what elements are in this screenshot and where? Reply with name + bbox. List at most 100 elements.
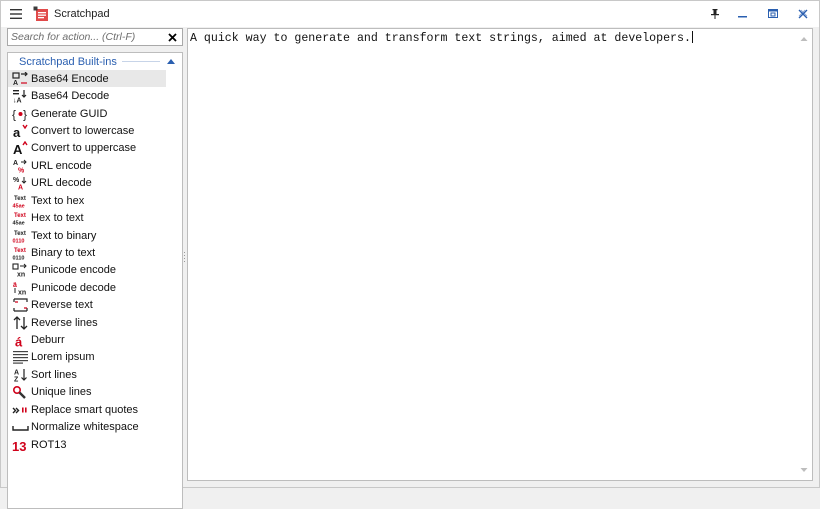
action-label: Hex to text [31,212,84,225]
action-convert-uppercase[interactable]: A Convert to uppercase [8,140,166,157]
action-text-to-hex[interactable]: Text 45ae Text to hex [8,192,166,209]
close-window-button[interactable] [791,1,815,27]
pin-button[interactable] [703,1,727,27]
action-base64-decode[interactable]: ↓A Base64 Decode [8,87,166,104]
action-punicode-decode[interactable]: ä xn Punicode decode [8,279,166,296]
vertical-scrollbar[interactable] [796,29,812,480]
base64-decode-icon: ↓A [13,90,27,104]
action-generate-guid[interactable]: {} Generate GUID [8,105,166,122]
svg-text:a: a [13,125,21,138]
group-label: Scratchpad Built-ins [19,55,117,68]
action-label: Punicode decode [31,281,117,294]
svg-text:á: á [15,335,23,348]
svg-text:A: A [13,80,18,86]
reverse-text-icon [13,298,28,312]
action-url-decode[interactable]: % A URL decode [8,175,166,192]
action-reverse-lines[interactable]: Reverse lines [8,314,166,331]
action-punicode-encode[interactable]: xn Punicode encode [8,262,166,279]
title-bar[interactable]: Scratchpad [1,1,819,27]
text-to-hex-icon: Text45ae [13,196,26,208]
svg-text:}: } [23,107,27,121]
action-label: ROT13 [31,438,67,451]
svg-text:↓A: ↓A [13,98,22,104]
svg-text:xn: xn [18,289,26,295]
window-title: Scratchpad [54,8,110,20]
group-header-builtins[interactable]: Scratchpad Built-ins [8,53,182,70]
url-decode-icon: %A [13,177,27,191]
hex-to-text-icon: Text 45ae [13,213,26,226]
text-caret [691,31,693,43]
action-url-encode[interactable]: A% URL encode [8,157,166,174]
action-hex-to-text[interactable]: Text 45ae Hex to text [8,209,166,226]
scroll-down-arrow-icon[interactable] [799,465,809,475]
action-label: Binary to text [31,246,96,259]
close-icon [798,9,808,19]
action-label: URL encode [31,159,92,172]
editor-text: A quick way to generate and transform te… [190,32,691,45]
collapse-caret-icon[interactable] [166,59,176,64]
action-label: Deburr [31,334,65,347]
whitespace-icon [12,426,29,431]
action-convert-lowercase[interactable]: a Convert to lowercase [8,122,166,139]
svg-text:0110: 0110 [13,255,25,260]
action-rot13[interactable]: 13 ROT13 [8,436,166,453]
minimize-button[interactable] [731,1,755,27]
pin-icon [711,9,719,19]
action-binary-to-text[interactable]: Text 0110 Binary to text [8,244,166,261]
action-lorem-ipsum[interactable]: Lorem ipsum [8,349,166,366]
svg-text:%: % [13,177,20,184]
actions-sidebar: Scratchpad Built-ins A Base64 Encode ↓A … [7,28,183,509]
svg-text:0110: 0110 [13,238,25,243]
editor-pane: A quick way to generate and transform te… [187,28,813,481]
svg-text:13: 13 [12,439,26,452]
scroll-up-arrow-icon[interactable] [799,34,809,44]
action-label: Generate GUID [31,107,108,120]
action-deburr[interactable]: á Deburr [8,331,166,348]
unique-lines-icon [12,386,26,400]
text-editor[interactable]: A quick way to generate and transform te… [190,31,796,478]
base64-encode-icon: A [12,71,28,86]
maximize-icon [768,9,778,18]
action-label: Text to hex [31,194,85,207]
svg-text:A: A [18,185,23,191]
smart-quotes-icon [12,407,27,414]
reverse-lines-icon [13,315,28,330]
app-window: Scratchpad Search for action... (Ctrl-F)… [0,0,820,509]
svg-text:Text: Text [14,248,26,254]
punicode-decode-icon: äxn [13,282,26,295]
svg-text:45ae: 45ae [13,203,25,208]
action-text-to-binary[interactable]: Text 0110 Text to binary [8,227,166,244]
svg-text:A: A [13,142,23,155]
action-label: Reverse text [31,299,93,312]
svg-text:ä: ä [13,282,17,289]
action-replace-smart-quotes[interactable]: Replace smart quotes [8,401,166,418]
actions-list: Scratchpad Built-ins A Base64 Encode ↓A … [7,52,183,509]
action-label: Normalize whitespace [31,421,139,434]
action-label: Text to binary [31,229,97,242]
action-label: Punicode encode [31,264,117,277]
action-sort-lines[interactable]: AZ Sort lines [8,366,166,383]
action-label: Lorem ipsum [31,351,95,364]
svg-text:%: % [18,167,25,173]
action-normalize-whitespace[interactable]: Normalize whitespace [8,418,166,435]
svg-text:Z: Z [14,376,19,382]
action-base64-encode[interactable]: A Base64 Encode [8,70,166,88]
svg-text:45ae: 45ae [13,221,25,226]
lowercase-icon: a [13,124,28,138]
maximize-button[interactable] [761,1,785,27]
search-box [7,28,183,46]
svg-text:{: { [12,107,16,121]
menu-button[interactable] [1,1,31,27]
search-input[interactable] [8,30,164,44]
svg-text:Text: Text [14,231,26,237]
clear-icon [167,32,177,42]
action-reverse-text[interactable]: Reverse text [8,296,166,313]
clear-search-button[interactable] [164,29,180,45]
scratchpad-app-icon [33,6,48,21]
action-label: Replace smart quotes [31,403,138,416]
action-label: Unique lines [31,386,92,399]
svg-text:Text: Text [14,196,26,202]
svg-text:A: A [14,369,19,376]
minimize-icon [738,16,747,18]
action-unique-lines[interactable]: Unique lines [8,384,166,401]
